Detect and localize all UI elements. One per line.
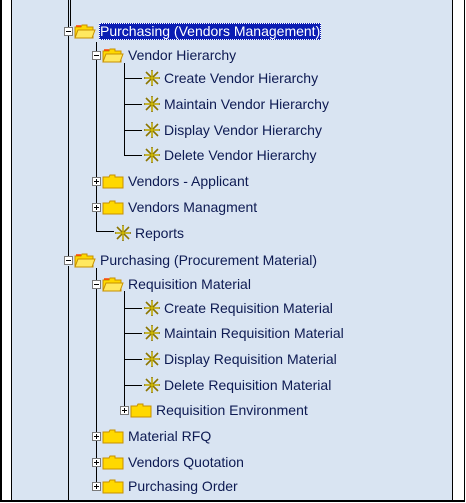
folder-closed-icon bbox=[102, 200, 124, 215]
tree-line bbox=[124, 130, 142, 131]
tree-node-label: Vendor Hierarchy bbox=[128, 46, 237, 63]
expand-toggle[interactable] bbox=[92, 482, 101, 491]
tree-node-label: Create Vendor Hierarchy bbox=[164, 69, 319, 86]
tree-node-vendors-applicant[interactable]: Vendors - Applicant bbox=[102, 170, 250, 192]
tree-line bbox=[124, 104, 142, 105]
tree-node-requisition-material[interactable]: Requisition Material bbox=[102, 273, 252, 295]
folder-closed-icon bbox=[130, 403, 152, 418]
star-icon bbox=[143, 146, 161, 164]
tree-node-label: Vendors Managment bbox=[128, 198, 258, 215]
tree-node-label: Display Vendor Hierarchy bbox=[164, 121, 322, 138]
tree-leaf-delete-vendor-hierarchy[interactable]: Delete Vendor Hierarchy bbox=[143, 144, 318, 166]
folder-open-icon bbox=[74, 253, 96, 268]
star-icon bbox=[143, 69, 161, 87]
tree-line bbox=[96, 268, 97, 490]
tree-line bbox=[124, 63, 125, 155]
star-icon bbox=[143, 121, 161, 139]
tree-node-material-rfq[interactable]: Material RFQ bbox=[102, 425, 212, 447]
tree-node-label: Vendors - Applicant bbox=[128, 172, 249, 189]
tree-leaf-reports[interactable]: Reports bbox=[114, 222, 185, 244]
expand-toggle[interactable] bbox=[120, 406, 129, 415]
tree-node-label: Maintain Vendor Hierarchy bbox=[164, 95, 329, 112]
folder-open-icon bbox=[102, 48, 124, 63]
star-icon bbox=[143, 95, 161, 113]
folder-closed-icon bbox=[102, 174, 124, 189]
expand-toggle[interactable] bbox=[92, 177, 101, 186]
tree-line bbox=[124, 291, 125, 411]
tree-line bbox=[124, 78, 142, 79]
collapse-toggle[interactable] bbox=[64, 27, 73, 36]
tree-line bbox=[70, 0, 71, 26]
folder-closed-icon bbox=[102, 479, 124, 494]
tree-node-label: Delete Vendor Hierarchy bbox=[164, 146, 317, 163]
tree-panel: Purchasing (Vendors Management) Vendor H… bbox=[12, 0, 452, 500]
tree-node-requisition-environment[interactable]: Requisition Environment bbox=[130, 399, 309, 421]
tree-node-vendor-hierarchy[interactable]: Vendor Hierarchy bbox=[102, 44, 237, 66]
tree-node-label: Vendors Quotation bbox=[128, 453, 244, 470]
tree-node-purchasing-order[interactable]: Purchasing Order bbox=[102, 475, 239, 497]
tree-leaf-display-vendor-hierarchy[interactable]: Display Vendor Hierarchy bbox=[143, 119, 323, 141]
tree-leaf-delete-requisition-material[interactable]: Delete Requisition Material bbox=[143, 374, 332, 396]
star-icon bbox=[143, 376, 161, 394]
tree-line bbox=[124, 333, 142, 334]
collapse-toggle[interactable] bbox=[92, 51, 101, 60]
tree-line bbox=[96, 231, 114, 232]
expand-toggle[interactable] bbox=[92, 203, 101, 212]
tree-node-purchasing-vendors[interactable]: Purchasing (Vendors Management) bbox=[74, 20, 322, 42]
tree-node-label: Display Requisition Material bbox=[164, 350, 337, 367]
tree-node-label: Purchasing Order bbox=[128, 477, 238, 494]
tree-node-label: Purchasing (Procurement Material) bbox=[100, 251, 318, 268]
tree-line bbox=[124, 308, 142, 309]
tree-node-purchasing-procurement[interactable]: Purchasing (Procurement Material) bbox=[74, 249, 318, 271]
tree-node-label: Purchasing (Vendors Management) bbox=[99, 22, 322, 40]
tree-node-label: Material RFQ bbox=[128, 427, 212, 444]
tree-leaf-create-requisition-material[interactable]: Create Requisition Material bbox=[143, 297, 334, 319]
tree-node-vendors-quotation[interactable]: Vendors Quotation bbox=[102, 451, 245, 473]
tree-leaf-maintain-vendor-hierarchy[interactable]: Maintain Vendor Hierarchy bbox=[143, 93, 330, 115]
tree-line bbox=[124, 385, 142, 386]
tree-node-label: Create Requisition Material bbox=[164, 299, 333, 316]
collapse-toggle[interactable] bbox=[92, 280, 101, 289]
folder-open-icon bbox=[74, 24, 96, 39]
star-icon bbox=[114, 224, 132, 242]
tree-leaf-display-requisition-material[interactable]: Display Requisition Material bbox=[143, 348, 338, 370]
tree-node-label: Reports bbox=[135, 224, 185, 241]
right-strip bbox=[452, 0, 464, 500]
expand-toggle[interactable] bbox=[92, 432, 101, 441]
tree-line bbox=[124, 359, 142, 360]
tree-line bbox=[68, 266, 69, 500]
left-gutter bbox=[2, 0, 12, 500]
tree-leaf-create-vendor-hierarchy[interactable]: Create Vendor Hierarchy bbox=[143, 67, 319, 89]
tree-node-vendors-managment[interactable]: Vendors Managment bbox=[102, 196, 258, 218]
tree-leaf-maintain-requisition-material[interactable]: Maintain Requisition Material bbox=[143, 322, 345, 344]
folder-closed-icon bbox=[102, 455, 124, 470]
folder-open-icon bbox=[102, 277, 124, 292]
folder-closed-icon bbox=[102, 429, 124, 444]
star-icon bbox=[143, 350, 161, 368]
tree-node-label: Maintain Requisition Material bbox=[164, 324, 344, 341]
tree-node-label: Requisition Environment bbox=[156, 401, 308, 418]
tree-node-label: Delete Requisition Material bbox=[164, 376, 332, 393]
navigation-window: Purchasing (Vendors Management) Vendor H… bbox=[0, 0, 465, 502]
tree-node-label: Requisition Material bbox=[128, 275, 251, 292]
collapse-toggle[interactable] bbox=[64, 256, 73, 265]
tree-line bbox=[124, 155, 142, 156]
expand-toggle[interactable] bbox=[92, 458, 101, 467]
star-icon bbox=[143, 299, 161, 317]
star-icon bbox=[143, 324, 161, 342]
tree-line bbox=[68, 0, 69, 256]
